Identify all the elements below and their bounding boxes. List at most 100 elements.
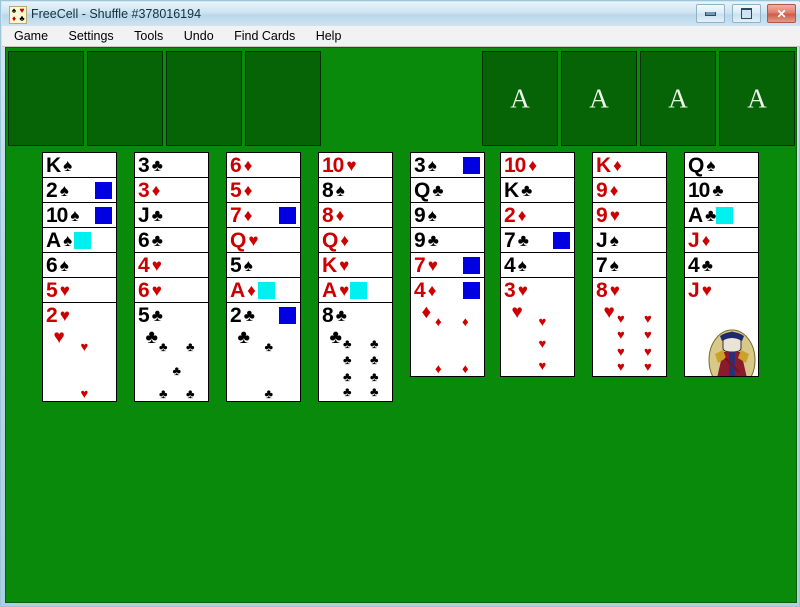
card-face: ♣ ♣ ♣ ♣ ♣ ♣ ♣ ♣ ♣ (319, 323, 392, 401)
card-rank: 3 (138, 153, 150, 177)
card-face: ♥ ♥ ♥ ♥ (501, 298, 574, 376)
card-4-♦[interactable]: 4 ♦ ♦ ♦ ♦ ♦ ♦ (410, 277, 485, 377)
card-marker-blue (463, 257, 480, 274)
card-suit: ♥ (339, 255, 350, 275)
card-rank: 10 (504, 153, 526, 177)
minimize-button[interactable] (696, 4, 726, 23)
card-corner: Q ♦ (322, 229, 349, 251)
menu-item-undo[interactable]: Undo (176, 26, 222, 46)
minimize-icon (705, 11, 717, 16)
card-pip: ♣ (343, 336, 352, 352)
card-pip: ♥ (538, 357, 547, 373)
card-rank: 4 (138, 253, 150, 277)
card-suit: ♦ (613, 155, 622, 175)
card-J-♥[interactable]: J ♥ (684, 277, 759, 377)
free-cell-4[interactable] (245, 51, 321, 146)
tableau-column-6[interactable]: 10 ♦ K ♣ 2 ♦ 7 ♣ 4 ♠ 3 ♥ ♥ ♥ ♥ ♥ (500, 152, 575, 377)
tableau-column-2[interactable]: 3 ♣ 3 ♦ J ♣ 6 ♣ 4 ♥ 6 ♥ 5 ♣ ♣ ♣ ♣ ♣ ♣ ♣ (134, 152, 209, 402)
card-rank: 2 (46, 178, 58, 202)
card-corner: J ♣ (138, 204, 163, 226)
card-3-♥[interactable]: 3 ♥ ♥ ♥ ♥ ♥ (500, 277, 575, 377)
tableau-column-1[interactable]: K ♠ 2 ♠ 10 ♠ A ♠ 6 ♠ 5 ♥ 2 ♥ ♥ ♥ ♥ (42, 152, 117, 402)
card-suit: ♠ (517, 255, 527, 275)
tableau-column-5[interactable]: 3 ♠ Q ♣ 9 ♠ 9 ♣ 7 ♥ 4 ♦ ♦ ♦ ♦ ♦ ♦ (410, 152, 485, 377)
card-corner: 4 ♣ (688, 254, 713, 276)
card-face: ♥ ♥ ♥ ♥ ♥ ♥ ♥ ♥ ♥ (593, 298, 666, 376)
card-corner: 6 ♥ (138, 279, 162, 301)
card-corner: K ♥ (322, 254, 349, 276)
card-corner: Q ♥ (230, 229, 258, 251)
card-corner: 10 ♣ (688, 179, 724, 201)
free-cell-2[interactable] (87, 51, 163, 146)
card-5-♣[interactable]: 5 ♣ ♣ ♣ ♣ ♣ ♣ ♣ (134, 302, 209, 402)
card-8-♣[interactable]: 8 ♣ ♣ ♣ ♣ ♣ ♣ ♣ ♣ ♣ ♣ (318, 302, 393, 402)
card-pip: ♥ (53, 326, 65, 348)
foundation-4[interactable]: A (719, 51, 795, 146)
card-pip: ♣ (264, 339, 274, 355)
card-corner: 3 ♠ (414, 154, 437, 176)
card-rank: 8 (322, 203, 334, 227)
card-suit: ♠ (243, 255, 253, 275)
card-pip: ♦ (435, 360, 442, 376)
card-corner: 9 ♥ (596, 204, 620, 226)
card-pip: ♣ (159, 339, 168, 355)
card-pip: ♥ (644, 311, 652, 327)
card-rank: A (230, 278, 245, 302)
card-pip: ♥ (644, 359, 652, 375)
foundation-2[interactable]: A (561, 51, 637, 146)
card-suit: ♣ (151, 230, 163, 250)
card-suit: ♠ (63, 230, 73, 250)
foundation-placeholder: A (668, 83, 688, 113)
close-button[interactable]: ✕ (767, 4, 796, 23)
maximize-button[interactable] (731, 4, 761, 23)
tableau-column-8[interactable]: Q ♠ 10 ♣ A ♣ J ♦ 4 ♣ J ♥ (684, 152, 759, 377)
foundation-3[interactable]: A (640, 51, 716, 146)
card-face: ♣ ♣ ♣ ♣ ♣ ♣ (135, 323, 208, 401)
menu-item-find-cards[interactable]: Find Cards (226, 26, 303, 46)
menu-item-settings[interactable]: Settings (61, 26, 122, 46)
foundation-placeholder: A (510, 83, 530, 113)
card-face (685, 298, 758, 376)
menu-item-help[interactable]: Help (308, 26, 350, 46)
card-suit: ♦ (701, 230, 711, 250)
menu-item-tools[interactable]: Tools (126, 26, 171, 46)
card-pip: ♦ (435, 314, 442, 330)
card-rank: J (688, 228, 700, 252)
card-2-♣[interactable]: 2 ♣ ♣ ♣ ♣ (226, 302, 301, 402)
card-pip: ♣ (370, 351, 379, 367)
card-corner: Q ♠ (688, 154, 715, 176)
card-rank: 6 (46, 253, 58, 277)
card-suit: ♠ (706, 155, 716, 175)
menu-item-game[interactable]: Game (6, 26, 56, 46)
card-corner: 7 ♠ (596, 254, 619, 276)
card-suit: ♥ (427, 255, 438, 275)
card-pip: ♥ (617, 359, 625, 375)
card-rank: A (322, 278, 337, 302)
card-corner: A ♥ (322, 279, 349, 301)
card-rank: 8 (322, 178, 334, 202)
card-corner: 3 ♣ (138, 154, 163, 176)
card-8-♥[interactable]: 8 ♥ ♥ ♥ ♥ ♥ ♥ ♥ ♥ ♥ ♥ (592, 277, 667, 377)
free-cell-3[interactable] (166, 51, 242, 146)
card-pip: ♥ (644, 343, 652, 359)
card-suit: ♠ (609, 255, 619, 275)
card-corner: K ♣ (504, 179, 532, 201)
card-suit: ♣ (701, 255, 713, 275)
card-2-♥[interactable]: 2 ♥ ♥ ♥ ♥ (42, 302, 117, 402)
card-pip: ♣ (329, 326, 342, 348)
card-rank: 10 (322, 153, 344, 177)
card-suit: ♣ (517, 230, 529, 250)
free-cell-1[interactable] (8, 51, 84, 146)
card-suit: ♠ (427, 205, 437, 225)
tableau-column-7[interactable]: K ♦ 9 ♦ 9 ♥ J ♠ 7 ♠ 8 ♥ ♥ ♥ ♥ ♥ ♥ ♥ ♥ ♥ ♥ (592, 152, 667, 377)
card-rank: J (138, 203, 150, 227)
card-rank: 7 (230, 203, 242, 227)
card-pip: ♥ (80, 339, 89, 355)
card-pip: ♣ (172, 362, 182, 378)
window-title: FreeCell - Shuffle #378016194 (31, 7, 202, 21)
foundation-1[interactable]: A (482, 51, 558, 146)
tableau-column-3[interactable]: 6 ♦ 5 ♦ 7 ♦ Q ♥ 5 ♠ A ♦ 2 ♣ ♣ ♣ ♣ (226, 152, 301, 402)
card-pip: ♣ (264, 385, 274, 401)
tableau-column-4[interactable]: 10 ♥ 8 ♠ 8 ♦ Q ♦ K ♥ A ♥ 8 ♣ ♣ ♣ ♣ ♣ ♣ ♣ ♣ ♣ ♣ (318, 152, 393, 402)
card-corner: 7 ♦ (230, 204, 252, 226)
